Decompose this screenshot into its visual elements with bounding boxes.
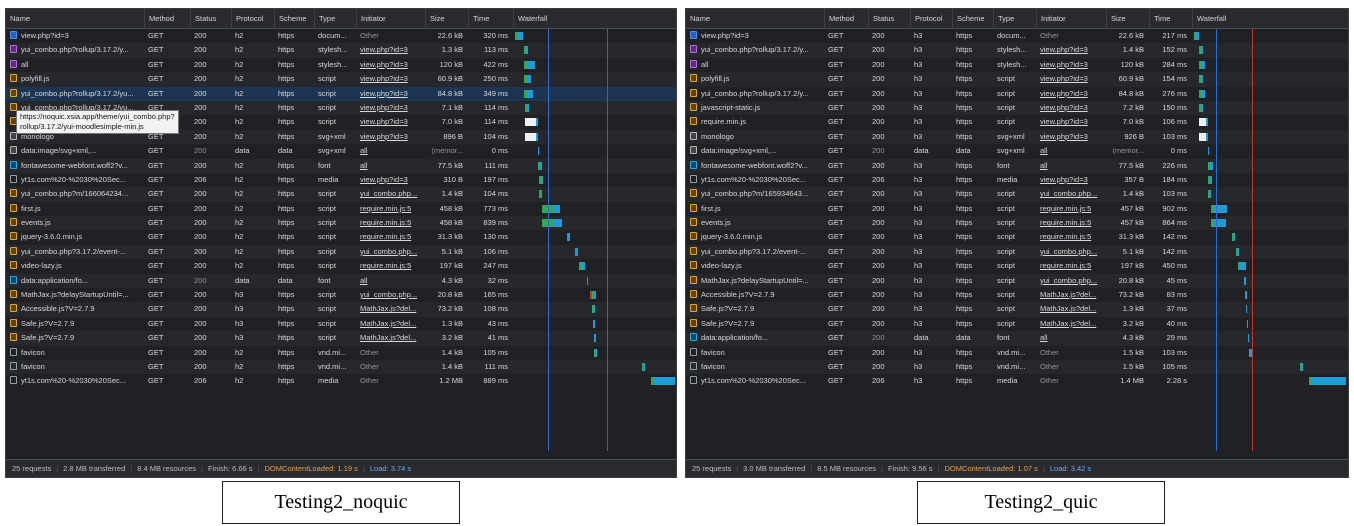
status-footer: 25 requests | 2.8 MB transferred | 8.4 MB re… xyxy=(6,459,676,477)
waterfall-area xyxy=(686,9,1348,477)
footer-resources: 8.4 MB resources xyxy=(137,464,196,473)
waterfall-area xyxy=(6,9,676,477)
dom-content-loaded-line xyxy=(1216,29,1217,451)
footer-requests: 25 requests xyxy=(12,464,52,473)
status-footer: 25 requests | 3.0 MB transferred | 8.5 MB re… xyxy=(686,459,1348,477)
footer-dcl: DOMContentLoaded: 1.19 s xyxy=(264,464,358,473)
url-tooltip: https://noquic.xsia.app/theme/yui_combo.… xyxy=(16,110,179,134)
footer-load: Load: 3.42 s xyxy=(1049,464,1092,473)
footer-dcl: DOMContentLoaded: 1.07 s xyxy=(944,464,1038,473)
footer-finish: Finish: 6.66 s xyxy=(207,464,253,473)
footer-transferred: 2.8 MB transferred xyxy=(63,464,126,473)
caption-noquic: Testing2_noquic xyxy=(222,481,460,524)
load-line xyxy=(607,29,608,451)
tooltip-line-1: https://noquic.xsia.app/theme/yui_combo.… xyxy=(20,112,175,121)
devtools-network-panel-quic: Name Method Status Protocol Scheme Type Initia… xyxy=(685,8,1349,478)
caption-quic: Testing2_quic xyxy=(917,481,1165,524)
footer-resources: 8.5 MB resources xyxy=(817,464,876,473)
footer-requests: 25 requests xyxy=(692,464,732,473)
tooltip-line-2: rollup/3.17.2/yui-moodlesimple-min.js xyxy=(20,122,144,131)
devtools-network-panel-noquic: Name Method Status Protocol Scheme Type Initia… xyxy=(5,8,677,478)
footer-finish: Finish: 9.56 s xyxy=(887,464,933,473)
footer-transferred: 3.0 MB transferred xyxy=(743,464,806,473)
dom-content-loaded-line xyxy=(548,29,549,451)
load-line xyxy=(1252,29,1253,451)
footer-load: Load: 3.74 s xyxy=(369,464,412,473)
